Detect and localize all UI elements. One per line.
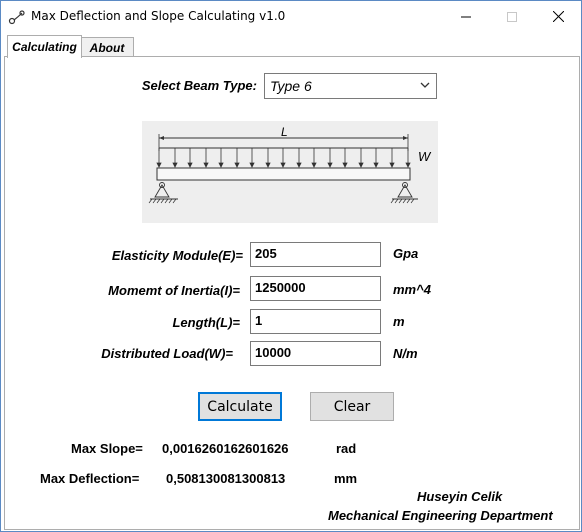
author-department: Mechanical Engineering Department	[328, 508, 553, 523]
close-button[interactable]	[535, 1, 581, 32]
calculate-button[interactable]: Calculate	[198, 392, 282, 421]
inertia-field[interactable]: 1250000	[250, 276, 381, 301]
chevron-down-icon	[420, 82, 430, 88]
minimize-icon	[461, 16, 471, 17]
inertia-label: Momemt of Inertia(I)=	[108, 283, 240, 298]
max-slope-unit: rad	[336, 441, 357, 456]
author-name: Huseyin Celik	[417, 489, 503, 504]
app-window: Max Deflection and Slope Calculating v1.…	[0, 0, 582, 532]
beam-diagram: L W	[142, 121, 438, 223]
max-deflection-unit: mm	[334, 471, 358, 486]
load-label: Distributed Load(W)=	[101, 346, 233, 361]
beam-diagram-drawing	[148, 134, 418, 204]
max-deflection-value: 0,508130081300813	[166, 471, 286, 486]
diagram-load-label: W	[418, 149, 431, 164]
length-label: Length(L)=	[172, 315, 240, 330]
load-field[interactable]: 10000	[250, 341, 381, 366]
tab-calculating[interactable]: Calculating	[7, 35, 82, 58]
beam-type-select[interactable]: Type 6	[264, 73, 437, 99]
diagram-length-label: L	[281, 125, 288, 139]
elasticity-unit: Gpa	[393, 246, 419, 261]
title-bar[interactable]: Max Deflection and Slope Calculating v1.…	[1, 1, 581, 32]
tab-strip: Calculating About	[4, 35, 578, 58]
window-title: Max Deflection and Slope Calculating v1.…	[31, 9, 286, 23]
length-unit: m	[393, 314, 405, 329]
max-slope-label: Max Slope=	[71, 441, 143, 456]
load-unit: N/m	[393, 346, 418, 361]
inertia-unit: mm^4	[393, 282, 431, 297]
elasticity-field[interactable]: 205	[250, 242, 381, 267]
maximize-button[interactable]	[489, 1, 535, 32]
app-icon	[8, 10, 25, 25]
max-deflection-label: Max Deflection=	[40, 471, 140, 486]
tab-about[interactable]: About	[80, 37, 134, 58]
length-field[interactable]: 1	[250, 309, 381, 334]
beam-type-value: Type 6	[270, 78, 312, 94]
max-slope-value: 0,0016260162601626	[162, 441, 289, 456]
clear-button[interactable]: Clear	[310, 392, 394, 421]
beam-type-label: Select Beam Type:	[141, 78, 257, 93]
close-icon	[552, 11, 564, 22]
elasticity-label: Elasticity Module(E)=	[111, 248, 243, 263]
maximize-icon	[507, 11, 517, 22]
minimize-button[interactable]	[443, 1, 489, 32]
